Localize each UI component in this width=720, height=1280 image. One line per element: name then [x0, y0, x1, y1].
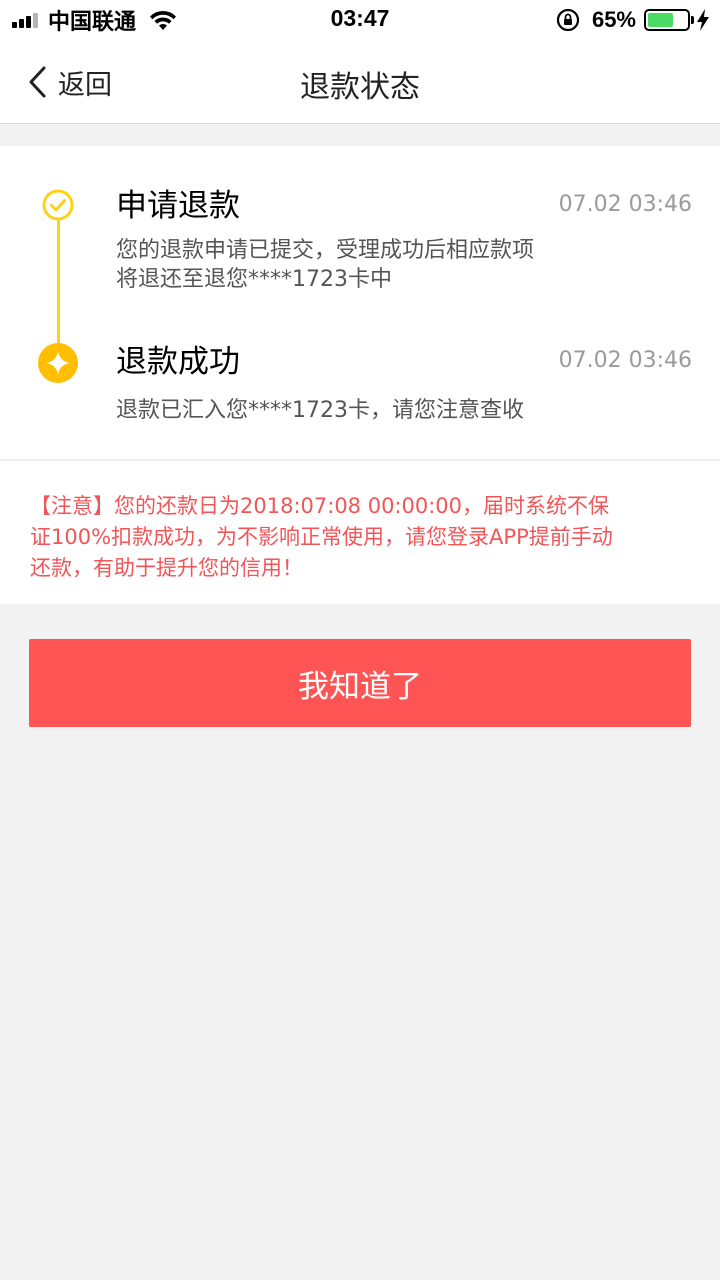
nav-bar: 返回 退款状态 — [0, 40, 720, 124]
refund-timeline: 申请退款 07.02 03:46 您的退款申请已提交，受理成功后相应款项 将退还… — [0, 146, 720, 460]
step-time: 07.02 03:46 — [558, 348, 692, 373]
step-description-line: 您的退款申请已提交，受理成功后相应款项 — [116, 238, 535, 263]
step-description: 退款已汇入您****1723卡，请您注意查收 — [116, 396, 696, 425]
status-bar: 中国联通 03:47 65% — [0, 0, 720, 40]
step-description-line: 退款已汇入您****1723卡，请您注意查收 — [116, 398, 524, 423]
charging-bolt-icon — [697, 9, 709, 31]
repayment-notice: 【注意】您的还款日为2018:07:08 00:00:00，届时系统不保 证10… — [0, 461, 720, 604]
step-description-line: 将退还至退您****1723卡中 — [116, 267, 392, 292]
sparkle-circle-icon — [38, 343, 78, 383]
status-right: 65% — [556, 6, 710, 34]
battery-percent: 65% — [591, 7, 636, 32]
battery-icon — [644, 9, 694, 31]
notice-line: 【注意】您的还款日为2018:07:08 00:00:00，届时系统不保 — [30, 494, 610, 518]
step-time: 07.02 03:46 — [558, 192, 692, 217]
orientation-lock-icon — [556, 8, 580, 32]
notice-line: 证100%扣款成功，为不影响正常使用，请您登录APP提前手动 — [30, 525, 613, 549]
notice-line: 还款，有助于提升您的信用！ — [30, 556, 303, 580]
timeline-step-success: 退款成功 07.02 03:46 退款已汇入您****1723卡，请您注意查收 — [116, 342, 696, 425]
step-description: 您的退款申请已提交，受理成功后相应款项 将退还至退您****1723卡中 — [116, 236, 696, 294]
got-it-button[interactable]: 我知道了 — [29, 639, 691, 727]
check-circle-icon — [42, 189, 74, 221]
page-title: 退款状态 — [300, 70, 420, 105]
timeline-step-apply: 申请退款 07.02 03:46 您的退款申请已提交，受理成功后相应款项 将退还… — [116, 186, 696, 294]
battery-level-fill — [648, 13, 673, 27]
